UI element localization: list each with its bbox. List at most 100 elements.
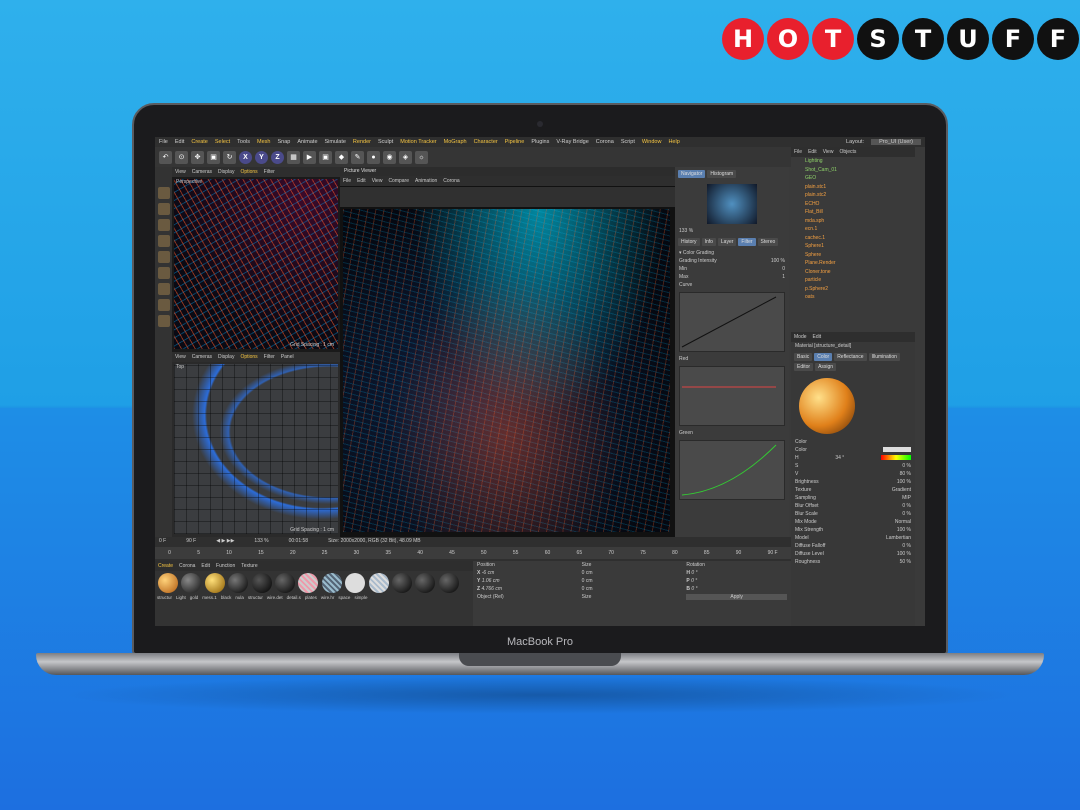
viewport-menu-item[interactable]: Options xyxy=(240,354,257,360)
object-row[interactable]: particle xyxy=(791,276,915,285)
diffuse-falloff-value[interactable]: 0 % xyxy=(902,543,911,549)
material-swatch[interactable] xyxy=(321,573,342,593)
max-value[interactable]: 1 xyxy=(782,274,785,280)
layout-select[interactable]: Pro_UI (User) xyxy=(871,139,921,145)
obj-menu-item[interactable]: Edit xyxy=(808,149,817,155)
tab-color[interactable]: Color xyxy=(814,353,833,361)
tool-icon[interactable] xyxy=(157,315,170,327)
viewport-menu-item[interactable]: Filter xyxy=(264,169,275,175)
material-swatch[interactable] xyxy=(298,573,319,593)
roughness-value[interactable]: 50 % xyxy=(900,559,911,565)
y-axis-button[interactable]: Y xyxy=(255,150,268,164)
menu-item[interactable]: Help xyxy=(668,139,679,145)
pv-menu-item[interactable]: Corona xyxy=(443,178,459,184)
object-row[interactable]: Lighting xyxy=(791,157,915,166)
navigator-thumbnail[interactable] xyxy=(707,184,757,224)
model-value[interactable]: Lambertian xyxy=(886,535,911,541)
tool-icon[interactable] xyxy=(157,283,170,295)
menu-item[interactable]: Window xyxy=(642,139,662,145)
menu-item[interactable]: Create xyxy=(191,139,208,145)
attr-menu-item[interactable]: Mode xyxy=(794,334,807,340)
tab-stereo[interactable]: Stereo xyxy=(757,238,779,246)
render-view-icon[interactable]: ▶ xyxy=(303,150,316,164)
object-row[interactable]: mda.sph xyxy=(791,217,915,226)
rotation-b-input[interactable]: 0 ° xyxy=(691,586,697,592)
viewport-menu-item[interactable]: Display xyxy=(218,169,234,175)
grading-intensity-value[interactable]: 100 % xyxy=(771,258,785,264)
mix-strength-value[interactable]: 100 % xyxy=(897,527,911,533)
viewport-menu-item[interactable]: Panel xyxy=(281,354,294,360)
coord-mode-select[interactable]: Object (Rel) xyxy=(477,594,578,600)
menu-item[interactable]: Motion Tracker xyxy=(400,139,436,145)
viewport-menu-item[interactable]: View xyxy=(175,354,186,360)
apply-button[interactable]: Apply xyxy=(686,594,788,600)
menu-item[interactable]: Corona xyxy=(596,139,614,145)
material-swatch[interactable] xyxy=(158,573,178,593)
tab-filter[interactable]: Filter xyxy=(738,238,756,246)
menu-item[interactable]: Edit xyxy=(175,139,184,145)
material-swatch[interactable] xyxy=(181,573,202,593)
obj-menu-item[interactable]: Objects xyxy=(839,149,856,155)
object-row[interactable]: GEO xyxy=(791,174,915,183)
material-swatch[interactable] xyxy=(368,573,389,593)
tab-layer[interactable]: Layer xyxy=(717,238,737,246)
menu-item[interactable]: Plugins xyxy=(531,139,549,145)
tab-illumination[interactable]: Illumination xyxy=(868,353,900,361)
color-grading-header[interactable]: ▾ Color Grading xyxy=(679,250,714,256)
pv-menu-item[interactable]: View xyxy=(372,178,383,184)
zoom-value[interactable]: 133 % xyxy=(679,228,693,234)
menu-item[interactable]: Render xyxy=(353,139,371,145)
object-row[interactable]: Shot_Cam_01 xyxy=(791,166,915,175)
nurbs-icon[interactable]: ● xyxy=(367,150,380,164)
object-row[interactable]: plain.stc1 xyxy=(791,183,915,192)
mat-menu-item[interactable]: Corona xyxy=(179,563,195,569)
position-z-input[interactable]: 4.766 cm xyxy=(481,586,502,592)
tool-icon[interactable] xyxy=(157,235,170,247)
menu-item[interactable]: Select xyxy=(215,139,230,145)
object-row[interactable]: Plane.Render xyxy=(791,259,915,268)
pv-menu-item[interactable]: Compare xyxy=(388,178,409,184)
frame-end[interactable]: 90 F xyxy=(186,538,196,544)
obj-menu-item[interactable]: File xyxy=(794,149,802,155)
deformer-icon[interactable]: ◉ xyxy=(383,150,396,164)
scale-icon[interactable]: ▣ xyxy=(207,150,220,164)
s-value[interactable]: 0 % xyxy=(902,463,911,469)
menu-item[interactable]: Mesh xyxy=(257,139,270,145)
rotate-icon[interactable]: ↻ xyxy=(223,150,236,164)
color-swatch[interactable] xyxy=(883,447,911,452)
position-y-input[interactable]: 1.06 cm xyxy=(482,578,500,584)
mat-menu-item[interactable]: Texture xyxy=(241,563,257,569)
scene-icon[interactable]: ◈ xyxy=(399,150,412,164)
object-row[interactable]: Sphere1 xyxy=(791,242,915,251)
material-swatch[interactable] xyxy=(391,573,412,593)
tab-basic[interactable]: Basic xyxy=(794,353,813,361)
object-row[interactable]: plain.stc2 xyxy=(791,191,915,200)
tab-navigator[interactable]: Navigator xyxy=(678,170,706,178)
v-value[interactable]: 80 % xyxy=(900,471,911,477)
brightness-value[interactable]: 100 % xyxy=(897,479,911,485)
menu-item[interactable]: File xyxy=(159,139,168,145)
tab-assign[interactable]: Assign xyxy=(815,363,837,371)
material-swatch[interactable] xyxy=(251,573,272,593)
size-y-input[interactable]: 0 cm xyxy=(582,578,683,584)
menu-item[interactable]: Sculpt xyxy=(378,139,393,145)
menu-item[interactable]: Simulate xyxy=(325,139,346,145)
tool-icon[interactable] xyxy=(157,267,170,279)
material-swatch[interactable] xyxy=(415,573,436,593)
viewport-perspective[interactable]: View Cameras Display Options Filter Pers… xyxy=(172,167,340,352)
render-region-icon[interactable]: ▦ xyxy=(287,150,300,164)
menu-item[interactable]: Script xyxy=(621,139,635,145)
object-row[interactable]: Cloner.tone xyxy=(791,268,915,277)
tab-info[interactable]: Info xyxy=(701,238,716,246)
diffuse-level-value[interactable]: 100 % xyxy=(897,551,911,557)
viewport-menu-item[interactable]: Display xyxy=(218,354,234,360)
tool-icon[interactable] xyxy=(157,203,170,215)
material-swatch[interactable] xyxy=(228,573,249,593)
tool-icon[interactable] xyxy=(157,187,170,199)
material-swatch[interactable] xyxy=(438,573,459,593)
pv-menu-item[interactable]: Animation xyxy=(415,178,437,184)
hue-slider[interactable] xyxy=(880,455,911,460)
tool-icon[interactable] xyxy=(157,251,170,263)
object-row[interactable]: Flat_Bill xyxy=(791,208,915,217)
menu-item[interactable]: Snap xyxy=(277,139,290,145)
